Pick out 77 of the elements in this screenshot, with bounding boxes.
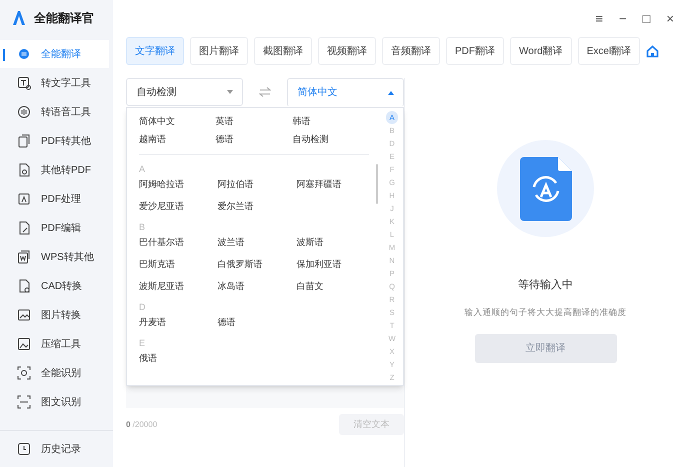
language-option[interactable]: 英语 bbox=[216, 114, 292, 128]
eye-scan-icon bbox=[16, 365, 32, 381]
sidebar-item[interactable]: WPS转其他 bbox=[0, 243, 109, 271]
language-option[interactable]: 阿塞拜疆语 bbox=[296, 178, 375, 191]
status-title: 等待输入中 bbox=[518, 278, 573, 293]
home-icon[interactable] bbox=[646, 44, 660, 58]
text-tool-icon bbox=[16, 75, 32, 91]
image-icon bbox=[16, 336, 32, 352]
group-letter: A bbox=[139, 163, 146, 175]
sidebar-item[interactable]: 图片转换 bbox=[0, 301, 109, 329]
scrollbar[interactable] bbox=[376, 164, 378, 204]
group-letter: B bbox=[139, 221, 146, 233]
language-option[interactable]: 简体中文 bbox=[139, 114, 216, 128]
language-option[interactable]: 阿姆哈拉语 bbox=[139, 178, 218, 191]
tab[interactable]: 文字翻译 bbox=[126, 37, 184, 65]
language-option[interactable]: 巴什基尔语 bbox=[139, 236, 218, 249]
group-letter: D bbox=[139, 301, 146, 313]
language-option[interactable]: 爱尔兰语 bbox=[218, 200, 296, 213]
sidebar-item[interactable]: PDF转其他 bbox=[0, 127, 109, 155]
tab[interactable]: 图片翻译 bbox=[190, 37, 248, 65]
group-letter: E bbox=[139, 337, 146, 349]
language-option[interactable]: 白苗文 bbox=[296, 280, 375, 293]
tab[interactable]: 音频翻译 bbox=[382, 37, 440, 65]
language-option[interactable]: 德语 bbox=[216, 132, 292, 146]
translate-document-icon bbox=[520, 156, 572, 220]
logo-icon bbox=[12, 10, 26, 26]
tab[interactable]: 视频翻译 bbox=[318, 37, 376, 65]
language-option[interactable]: 自动检测 bbox=[292, 132, 369, 146]
document-icon bbox=[16, 191, 32, 207]
scan-icon bbox=[16, 394, 32, 410]
sidebar-item[interactable]: 全能识别 bbox=[0, 359, 109, 387]
sidebar-item[interactable]: PDF编辑 bbox=[0, 214, 109, 242]
language-option[interactable]: 波斯语 bbox=[296, 236, 375, 249]
language-option[interactable]: 韩语 bbox=[292, 114, 369, 128]
sidebar-item[interactable]: 其他转PDF bbox=[0, 156, 109, 184]
caret-icon bbox=[226, 90, 232, 94]
window-control[interactable]: − bbox=[618, 12, 627, 24]
language-option[interactable]: 越南语 bbox=[139, 132, 216, 146]
document-icon bbox=[16, 133, 32, 149]
target-language-select[interactable]: 简体中文 bbox=[287, 78, 404, 107]
text-input-area[interactable] bbox=[126, 386, 404, 408]
language-option[interactable]: 丹麦语 bbox=[139, 316, 218, 329]
image-icon bbox=[16, 307, 32, 323]
sidebar-item[interactable]: 全能翻译 bbox=[0, 40, 109, 68]
audio-wave-icon bbox=[16, 104, 32, 120]
sidebar-item[interactable]: 转文字工具 bbox=[0, 69, 109, 97]
language-option[interactable]: 爱沙尼亚语 bbox=[139, 200, 218, 213]
sidebar-item[interactable]: 历史记录 bbox=[0, 435, 113, 463]
character-count: 0 /20000 bbox=[126, 418, 158, 430]
sidebar-item[interactable]: 压缩工具 bbox=[0, 330, 109, 358]
history-icon bbox=[16, 441, 32, 457]
caret-icon bbox=[388, 90, 394, 94]
swap-icon[interactable] bbox=[259, 87, 271, 97]
window-control[interactable]: □ bbox=[642, 12, 650, 24]
tab[interactable]: Word翻译 bbox=[510, 37, 572, 65]
language-option[interactable]: 波斯尼亚语 bbox=[139, 280, 218, 293]
document-icon bbox=[16, 249, 32, 265]
language-option[interactable]: 巴斯克语 bbox=[139, 258, 218, 271]
language-option[interactable]: 波兰语 bbox=[218, 236, 296, 249]
app-title: 全能翻译官 bbox=[34, 10, 94, 27]
source-language-select[interactable]: 自动检测 bbox=[126, 78, 243, 106]
language-option[interactable]: 德语 bbox=[218, 316, 296, 329]
sidebar-item[interactable]: 转语音工具 bbox=[0, 98, 109, 126]
language-option[interactable]: 保加利亚语 bbox=[296, 258, 375, 271]
tab[interactable]: 截图翻译 bbox=[254, 37, 312, 65]
language-option[interactable]: 阿拉伯语 bbox=[218, 178, 296, 191]
language-option[interactable]: 俄语 bbox=[139, 352, 218, 365]
language-option[interactable]: 白俄罗斯语 bbox=[218, 258, 296, 271]
language-option[interactable]: 冰岛语 bbox=[218, 280, 296, 293]
tab[interactable]: PDF翻译 bbox=[446, 37, 504, 65]
window-control[interactable]: × bbox=[666, 12, 674, 24]
sidebar-item[interactable]: 图文识别 bbox=[0, 388, 109, 416]
tab[interactable]: Excel翻译 bbox=[578, 37, 640, 65]
sidebar-item[interactable]: PDF处理 bbox=[0, 185, 109, 213]
hint-text: 输入通顺的句子将大大提高翻译的准确度 bbox=[464, 306, 626, 318]
sidebar-item[interactable]: CAD转换 bbox=[0, 272, 109, 300]
window-control[interactable]: ≡ bbox=[595, 12, 603, 24]
